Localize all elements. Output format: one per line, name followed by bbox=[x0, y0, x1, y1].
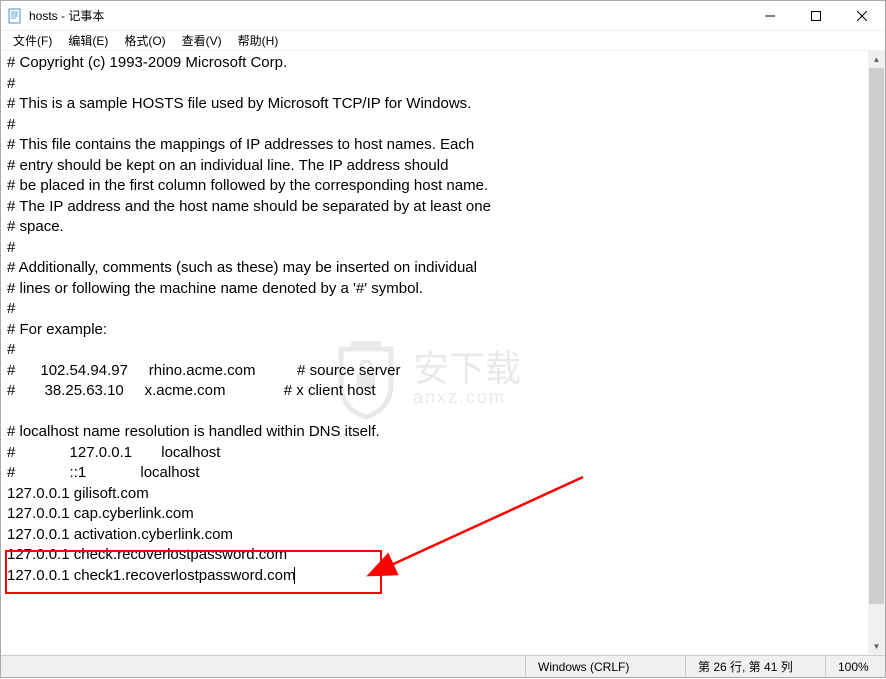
window-controls bbox=[747, 1, 885, 30]
editor-content[interactable]: # Copyright (c) 1993-2009 Microsoft Corp… bbox=[1, 51, 885, 588]
menu-format[interactable]: 格式(O) bbox=[116, 30, 173, 51]
vertical-scrollbar[interactable]: ▲ ▼ bbox=[868, 51, 885, 655]
menu-help[interactable]: 帮助(H) bbox=[230, 30, 287, 51]
statusbar: Windows (CRLF) 第 26 行, 第 41 列 100% bbox=[1, 655, 885, 677]
menu-edit[interactable]: 编辑(E) bbox=[60, 30, 116, 51]
scrollbar-track[interactable] bbox=[868, 68, 885, 638]
status-position: 第 26 行, 第 41 列 bbox=[685, 656, 825, 677]
status-encoding: Windows (CRLF) bbox=[525, 656, 685, 677]
menubar: 文件(F) 编辑(E) 格式(O) 查看(V) 帮助(H) bbox=[1, 31, 885, 51]
window-title: hosts - 记事本 bbox=[29, 7, 747, 24]
scroll-up-button[interactable]: ▲ bbox=[868, 51, 885, 68]
notepad-icon bbox=[7, 8, 23, 24]
scroll-down-button[interactable]: ▼ bbox=[868, 638, 885, 655]
close-button[interactable] bbox=[839, 1, 885, 30]
scrollbar-thumb[interactable] bbox=[869, 68, 884, 604]
menu-view[interactable]: 查看(V) bbox=[174, 30, 230, 51]
status-zoom: 100% bbox=[825, 656, 885, 677]
minimize-button[interactable] bbox=[747, 1, 793, 30]
titlebar: hosts - 记事本 bbox=[1, 1, 885, 31]
editor-area[interactable]: 安下载 anxz.com # Copyright (c) 1993-2009 M… bbox=[1, 51, 885, 655]
maximize-button[interactable] bbox=[793, 1, 839, 30]
text-cursor bbox=[294, 567, 295, 584]
menu-file[interactable]: 文件(F) bbox=[5, 30, 60, 51]
